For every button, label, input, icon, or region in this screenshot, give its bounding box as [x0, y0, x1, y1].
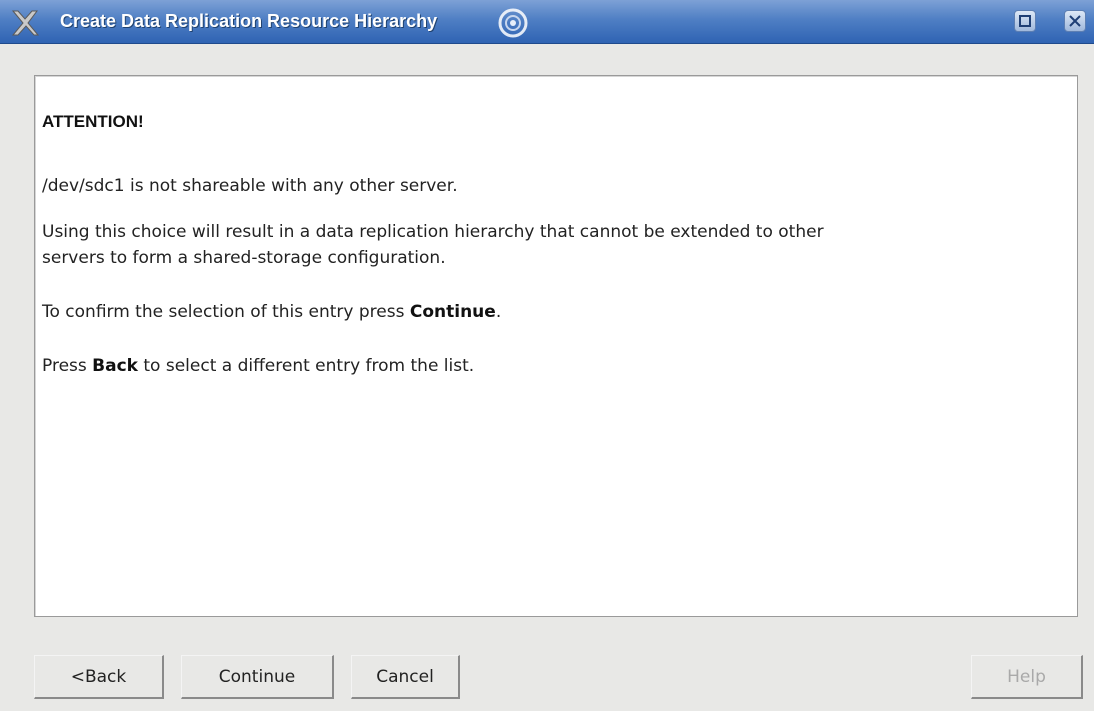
back-keyword: Back	[92, 356, 138, 376]
maximize-icon	[1019, 15, 1031, 27]
attention-heading: ATTENTION!	[42, 112, 144, 131]
replication-warning-message: Using this choice will result in a data …	[42, 219, 824, 271]
busy-spinner-icon	[495, 6, 531, 40]
back-button[interactable]: <Back	[34, 655, 164, 699]
back-prefix: Press	[42, 356, 93, 376]
close-icon	[1069, 15, 1081, 27]
cancel-button[interactable]: Cancel	[351, 655, 460, 699]
help-button[interactable]: Help	[971, 655, 1083, 699]
replication-warning-line1: Using this choice will result in a data …	[42, 222, 824, 242]
confirm-prefix: To confirm the selection of this entry p…	[42, 302, 410, 322]
x-logo-icon[interactable]	[10, 9, 40, 37]
message-panel: ATTENTION! /dev/sdc1 is not shareable wi…	[34, 75, 1078, 617]
confirm-suffix: .	[495, 302, 502, 322]
confirm-instruction: To confirm the selection of this entry p…	[42, 302, 501, 322]
maximize-button[interactable]	[1014, 10, 1036, 32]
not-shareable-message: /dev/sdc1 is not shareable with any othe…	[42, 176, 458, 196]
back-instruction: Press Back to select a different entry f…	[42, 356, 474, 376]
continue-button[interactable]: Continue	[181, 655, 334, 699]
confirm-keyword: Continue	[409, 302, 496, 322]
back-suffix: to select a different entry from the lis…	[137, 356, 475, 376]
close-button[interactable]	[1064, 10, 1086, 32]
replication-warning-line2: servers to form a shared-storage configu…	[42, 248, 446, 268]
title-bar[interactable]: Create Data Replication Resource Hierarc…	[0, 0, 1094, 44]
window-title: Create Data Replication Resource Hierarc…	[60, 11, 438, 31]
